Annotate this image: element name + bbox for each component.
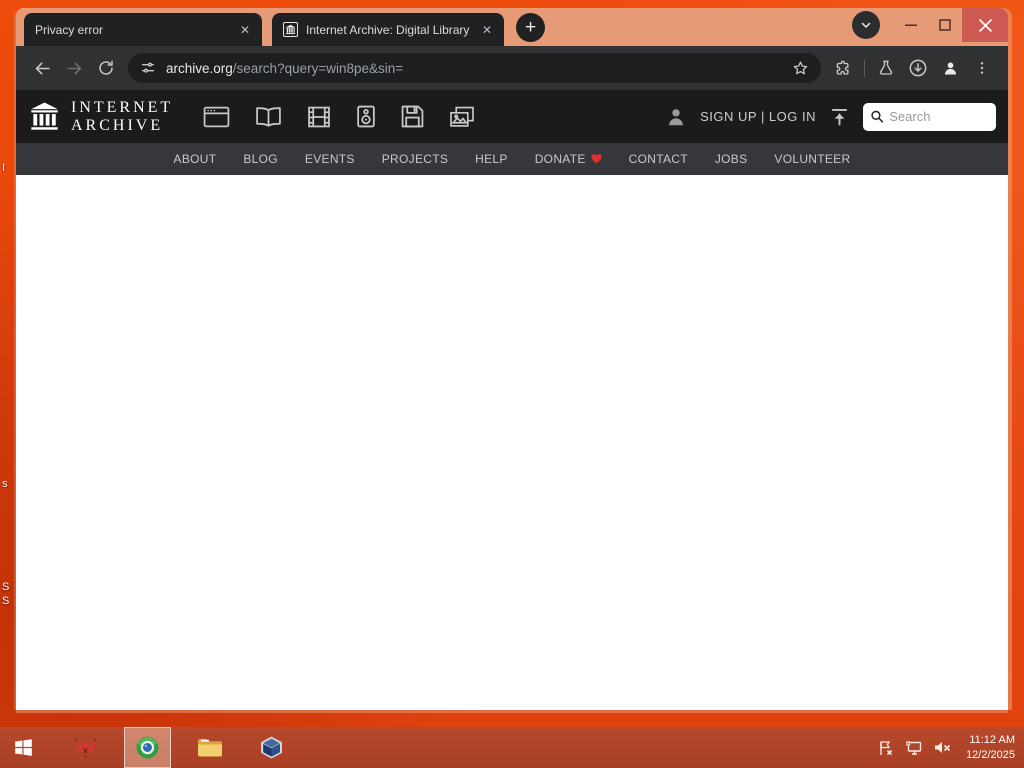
desktop-icon-label-fragment: S [2,581,10,593]
close-icon[interactable]: ✕ [478,21,496,39]
nav-about[interactable]: ABOUT [174,152,217,166]
action-center-flag-icon[interactable] [878,740,894,756]
heart-icon [591,154,602,164]
menu-icon[interactable] [966,52,998,84]
nav-help[interactable]: HELP [475,152,508,166]
red-app-icon [74,738,97,758]
forward-icon[interactable] [58,52,90,84]
desktop-icon-label-fragment: S [2,595,10,607]
internet-archive-favicon [283,22,298,37]
taskbar-browser-button[interactable] [124,727,171,768]
user-icon [669,108,683,125]
clock-time: 11:12 AM [969,733,1015,746]
nav-volunteer[interactable]: VOLUNTEER [774,152,850,166]
system-tray: 11:12 AM 12/2/2025 [878,727,1024,768]
taskbar-app-red[interactable] [62,727,109,768]
tab-title: Internet Archive: Digital Library [306,22,470,37]
new-tab-button[interactable]: + [516,13,545,42]
upload-icon[interactable] [829,106,850,127]
archive-logo-text[interactable]: INTERNET ARCHIVE [71,99,173,134]
url-path: /search?query=win8pe&sin= [232,60,404,76]
taskbar: 11:12 AM 12/2/2025 [0,727,1024,768]
taskbar-virtualbox-button[interactable] [248,727,295,768]
archive-search-box[interactable] [863,102,996,131]
nav-blog[interactable]: BLOG [243,152,278,166]
audio-icon[interactable] [356,105,376,128]
close-window-button[interactable] [962,8,1008,42]
toolbar-divider [864,59,865,77]
software-icon[interactable] [401,105,424,128]
start-button[interactable] [0,727,47,768]
url-text: archive.org/search?query=win8pe&sin= [166,61,782,76]
url-bar[interactable]: archive.org/search?query=win8pe&sin= [128,53,821,83]
media-type-icons [203,105,475,128]
nav-projects[interactable]: PROJECTS [382,152,448,166]
page-content [16,175,1008,710]
nav-donate[interactable]: DONATE [535,152,602,166]
tab-title: Privacy error [35,22,104,37]
profile-icon[interactable] [934,52,966,84]
window-controls [852,8,1008,42]
browser-window: Privacy error ✕ Internet Archive: Digita… [16,8,1008,710]
taskbar-clock[interactable]: 11:12 AM 12/2/2025 [962,733,1015,763]
maximize-button[interactable] [928,8,962,42]
volume-muted-icon[interactable] [934,740,951,755]
archive-header: INTERNET ARCHIVE SIGN UP | LOG IN [16,90,1008,143]
archive-logo[interactable] [28,100,61,133]
site-settings-icon[interactable] [140,60,156,76]
virtualbox-icon [261,736,282,759]
extensions-icon[interactable] [827,52,859,84]
labs-flask-icon[interactable] [870,52,902,84]
close-icon[interactable]: ✕ [236,21,254,39]
folder-icon [197,739,222,757]
nav-contact[interactable]: CONTACT [629,152,688,166]
video-icon[interactable] [307,106,331,128]
texts-icon[interactable] [255,106,282,128]
browser-app-icon [136,736,159,759]
nav-events[interactable]: EVENTS [305,152,355,166]
tab-privacy-error[interactable]: Privacy error ✕ [24,13,262,46]
archive-search-input[interactable] [889,109,989,124]
clock-date: 12/2/2025 [966,748,1015,761]
tab-search-button[interactable] [852,11,880,39]
downloads-icon[interactable] [902,52,934,84]
desktop-icon-label-fragment: I [2,162,6,174]
url-domain: archive.org [166,60,233,76]
browser-titlebar: Privacy error ✕ Internet Archive: Digita… [16,8,1008,46]
nav-jobs[interactable]: JOBS [715,152,748,166]
archive-nav: ABOUT BLOG EVENTS PROJECTS HELP DONATE C… [16,143,1008,175]
web-icon[interactable] [203,106,230,128]
archive-header-right: SIGN UP | LOG IN [665,102,996,131]
back-icon[interactable] [26,52,58,84]
search-icon [871,110,884,123]
reload-icon[interactable] [90,52,122,84]
windows-logo-icon [15,739,32,756]
taskbar-file-explorer-button[interactable] [186,727,233,768]
images-icon[interactable] [449,106,475,128]
bookmark-star-icon[interactable] [792,60,809,77]
desktop-icon-label-fragment: s [2,478,8,490]
network-icon[interactable] [905,740,923,756]
minimize-button[interactable] [894,8,928,42]
signup-login-link[interactable]: SIGN UP | LOG IN [700,109,816,124]
browser-toolbar: archive.org/search?query=win8pe&sin= [16,46,1008,90]
tab-internet-archive[interactable]: Internet Archive: Digital Library ✕ [272,13,504,46]
